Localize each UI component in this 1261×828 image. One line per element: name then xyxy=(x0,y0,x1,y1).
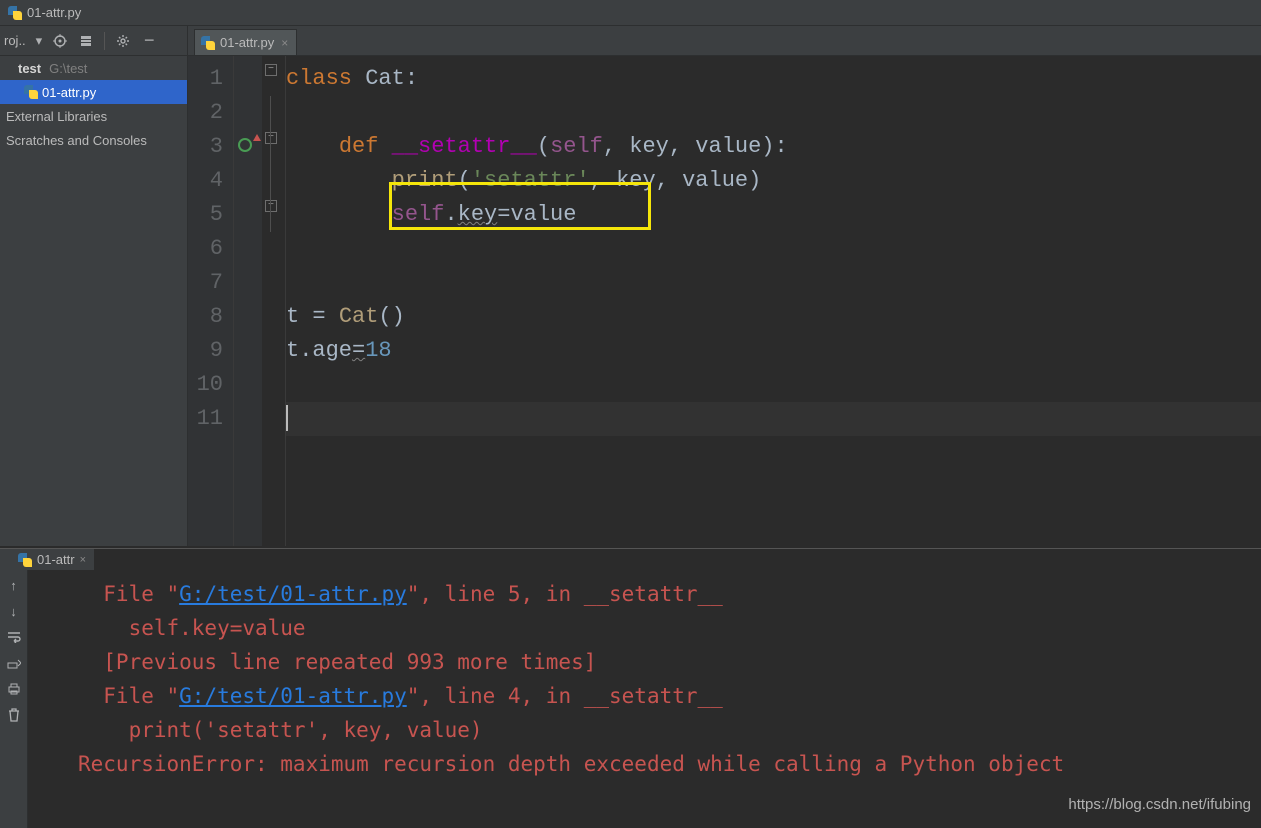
target-icon[interactable] xyxy=(52,33,68,49)
sidebar-file-01-attr[interactable]: 01-attr.py xyxy=(0,80,187,104)
toolbar-row: roj.. ▾ − 01-attr.py × xyxy=(0,26,1261,56)
override-icon[interactable] xyxy=(238,138,252,152)
wrap-icon[interactable] xyxy=(6,629,22,645)
print-icon[interactable] xyxy=(6,681,22,697)
file-link[interactable]: G:/test/01-attr.py xyxy=(179,582,407,606)
code-editor[interactable]: 123 456 789 1011 class Cat: def __setatt… xyxy=(188,56,1261,546)
sidebar-scratches[interactable]: Scratches and Consoles xyxy=(0,128,187,152)
python-file-icon xyxy=(8,6,22,20)
python-file-icon xyxy=(201,36,215,50)
run-tool-window: 01-attr × ↑ ↓ File "G:/test/01-attr.py",… xyxy=(0,548,1261,828)
arrow-down-icon[interactable]: ↓ xyxy=(6,603,22,619)
sidebar-file-label: 01-attr.py xyxy=(42,85,96,100)
window-titlebar: 01-attr.py xyxy=(0,0,1261,26)
editor-tab-01-attr[interactable]: 01-attr.py × xyxy=(194,29,297,55)
project-sidebar: test G:\test 01-attr.py External Librari… xyxy=(0,56,188,546)
gutter-icons xyxy=(234,56,262,546)
fold-toggle[interactable] xyxy=(262,62,285,96)
fold-toggle[interactable] xyxy=(262,198,285,232)
line-numbers: 123 456 789 1011 xyxy=(188,56,234,546)
file-link[interactable]: G:/test/01-attr.py xyxy=(179,684,407,708)
folder-path: G:\test xyxy=(49,61,87,76)
stacked-icon[interactable] xyxy=(78,33,94,49)
project-toolbar: roj.. ▾ − xyxy=(0,26,188,55)
separator xyxy=(104,32,105,50)
export-icon[interactable] xyxy=(6,655,22,671)
fold-toggle[interactable] xyxy=(262,130,285,164)
gear-icon[interactable] xyxy=(115,33,131,49)
sidebar-external-libs[interactable]: External Libraries xyxy=(0,104,187,128)
main-area: test G:\test 01-attr.py External Librari… xyxy=(0,56,1261,546)
python-file-icon xyxy=(24,85,38,99)
arrow-up-icon[interactable]: ↑ xyxy=(6,577,22,593)
code-body[interactable]: class Cat: def __setattr__(self, key, va… xyxy=(286,56,1261,546)
sidebar-item-label: External Libraries xyxy=(6,109,107,124)
close-icon[interactable]: × xyxy=(281,36,288,50)
fold-column xyxy=(262,56,286,546)
folder-label: test xyxy=(18,61,41,76)
editor-tabs: 01-attr.py × xyxy=(188,26,1261,55)
trash-icon[interactable] xyxy=(6,707,22,723)
project-root[interactable]: test G:\test xyxy=(0,56,187,80)
text-cursor xyxy=(286,405,288,431)
run-sidebar: ↑ ↓ xyxy=(0,549,28,828)
console-output[interactable]: File "G:/test/01-attr.py", line 5, in __… xyxy=(28,549,1261,828)
minimize-icon[interactable]: − xyxy=(141,33,157,49)
window-title: 01-attr.py xyxy=(27,5,81,20)
editor-tab-label: 01-attr.py xyxy=(220,35,274,50)
sidebar-item-label: Scratches and Consoles xyxy=(6,133,147,148)
project-dropdown[interactable]: roj.. xyxy=(4,33,26,48)
watermark: https://blog.csdn.net/ifubing xyxy=(1068,788,1251,822)
